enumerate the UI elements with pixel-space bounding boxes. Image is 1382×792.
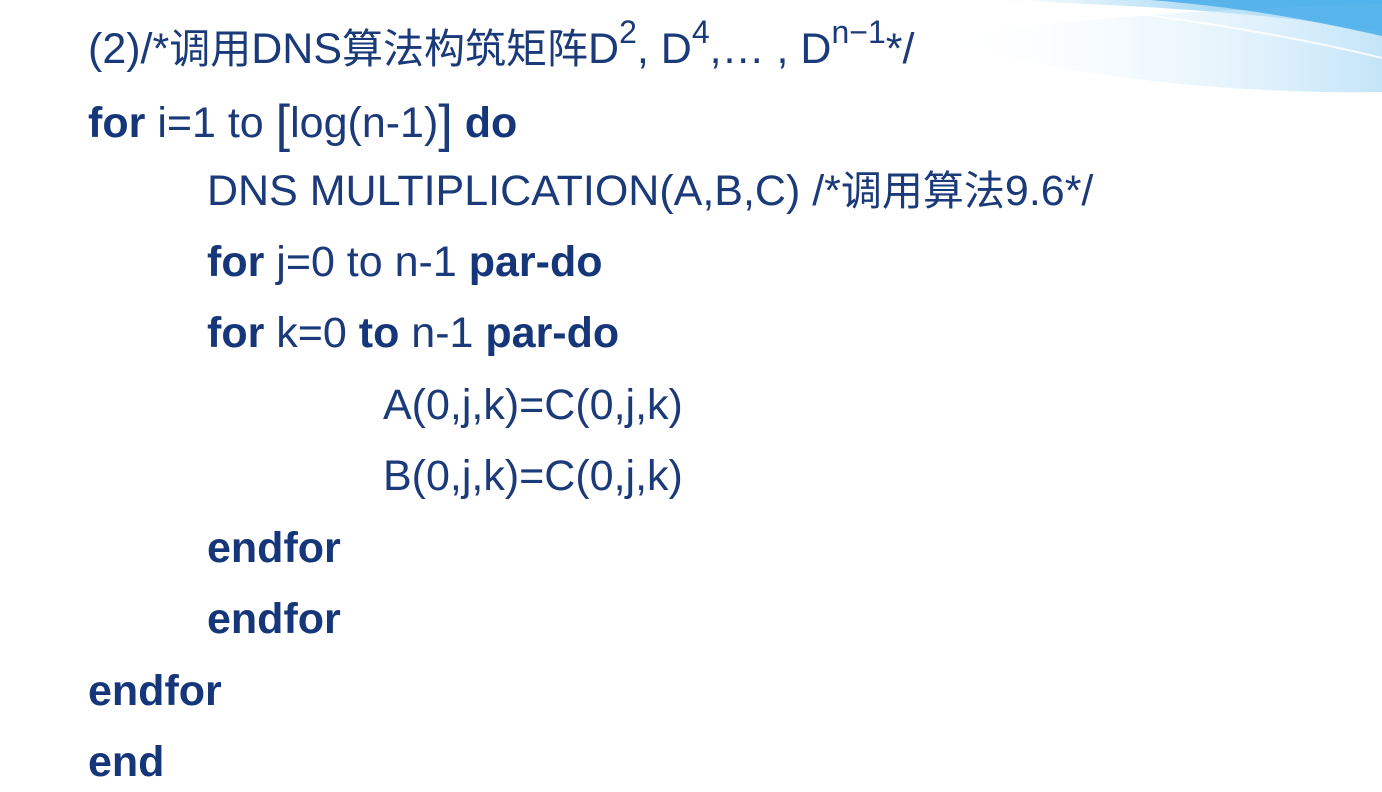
- slide: (2)/*调用DNS算法构筑矩阵D2, D4,… , Dn−1*/ for i=1…: [0, 0, 1382, 792]
- keyword-par-do: par-do: [468, 238, 603, 286]
- comment-suffix: */: [885, 25, 915, 73]
- comment-text: 算法构筑矩阵: [342, 25, 589, 73]
- code-line-9: endfor: [207, 598, 341, 641]
- keyword-endfor: endfor: [88, 667, 222, 715]
- matrix-symbol: , D: [636, 25, 692, 73]
- algo-name: DNS: [251, 25, 343, 73]
- code-line-10: endfor: [88, 670, 222, 713]
- bracket: ]: [438, 95, 453, 153]
- code-line-2: for i=1 to [log(n-1)] do: [88, 98, 517, 150]
- superscript: n−1: [831, 14, 886, 50]
- keyword-do: do: [464, 99, 518, 147]
- comment-text: 调用算法: [840, 167, 1005, 215]
- code-text: B(0,j,k)=C(0,j,k): [383, 452, 683, 500]
- code-text: log(n-1): [290, 99, 439, 147]
- code-line-5: for k=0 to n-1 par-do: [207, 312, 619, 355]
- code-text: 9.6*/: [1004, 167, 1094, 215]
- keyword-for: for: [88, 99, 146, 147]
- code-text: n-1: [399, 309, 486, 357]
- keyword-to: to: [358, 309, 400, 357]
- code-line-6: A(0,j,k)=C(0,j,k): [383, 384, 683, 427]
- keyword-end: end: [88, 738, 165, 786]
- code-line-4: for j=0 to n-1 par-do: [207, 241, 603, 284]
- comment-text: 调用: [169, 25, 252, 73]
- code-text: DNS MULTIPLICATION(A,B,C) /*: [207, 167, 841, 215]
- keyword-endfor: endfor: [207, 524, 341, 572]
- code-text: k=0: [264, 309, 359, 357]
- code-line-7: B(0,j,k)=C(0,j,k): [383, 455, 683, 498]
- keyword-par-do: par-do: [485, 309, 620, 357]
- keyword-for: for: [207, 238, 265, 286]
- code-line-11: end: [88, 741, 164, 784]
- bracket: [: [275, 95, 291, 153]
- code-line-3: DNS MULTIPLICATION(A,B,C) /*调用算法9.6*/: [207, 170, 1093, 213]
- code-text: i=1 to: [157, 99, 276, 147]
- matrix-symbol: ,… , D: [709, 25, 832, 73]
- keyword-endfor: endfor: [207, 595, 341, 643]
- pseudocode-block: (2)/*调用DNS算法构筑矩阵D2, D4,… , Dn−1*/ for i=1…: [0, 0, 1382, 792]
- code-text: j=0 to n-1: [264, 238, 469, 286]
- superscript: 2: [619, 14, 637, 50]
- code-line-1: (2)/*调用DNS算法构筑矩阵D2, D4,… , Dn−1*/: [88, 16, 915, 73]
- comment-prefix: (2)/*: [88, 25, 170, 73]
- keyword-for: for: [207, 309, 265, 357]
- code-line-8: endfor: [207, 527, 341, 570]
- code-text: A(0,j,k)=C(0,j,k): [383, 381, 683, 429]
- matrix-symbol: D: [588, 25, 620, 73]
- superscript: 4: [691, 14, 710, 50]
